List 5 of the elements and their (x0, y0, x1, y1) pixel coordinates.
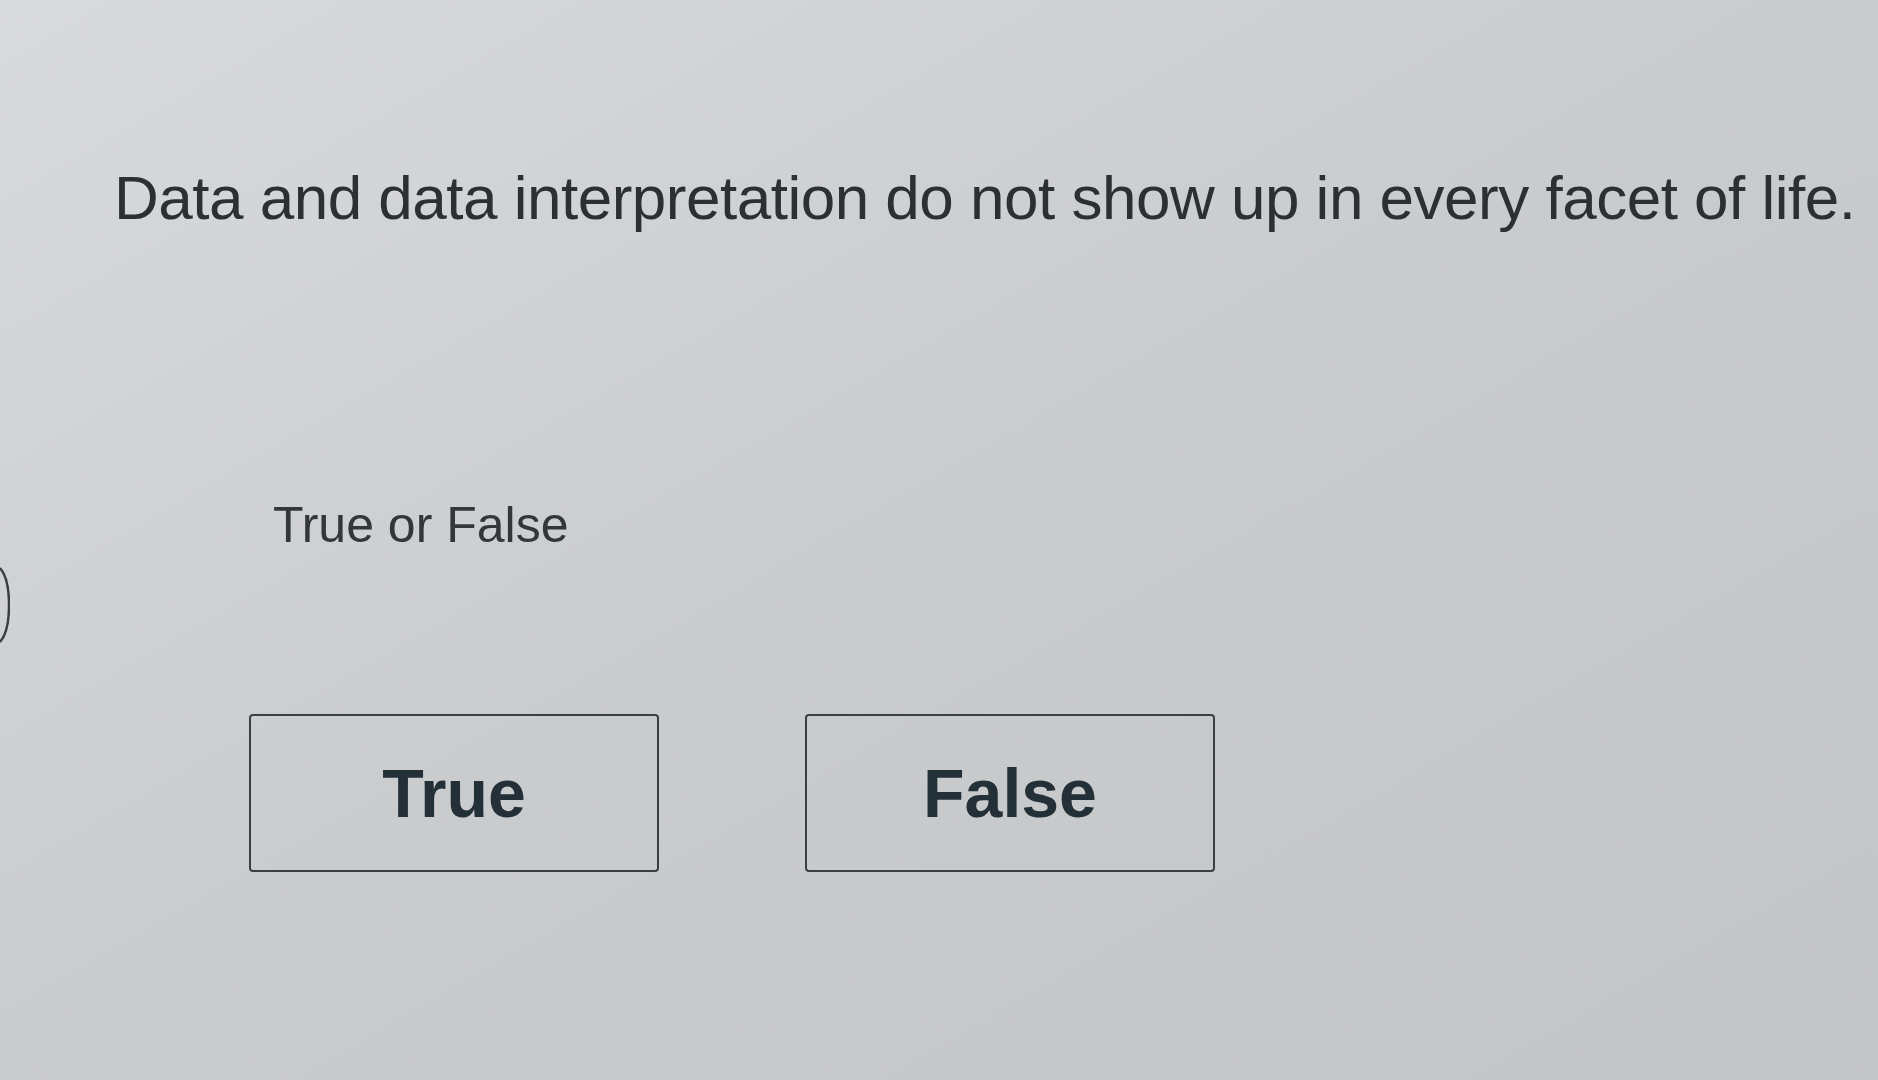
ring-edge-icon (0, 566, 10, 644)
answer-button[interactable]: False (805, 714, 1215, 872)
question-text: Data and data interpretation do not show up in every facet of life. (114, 162, 1856, 234)
answer-button[interactable]: True (249, 714, 659, 872)
question-type-label: True or False (273, 496, 569, 555)
